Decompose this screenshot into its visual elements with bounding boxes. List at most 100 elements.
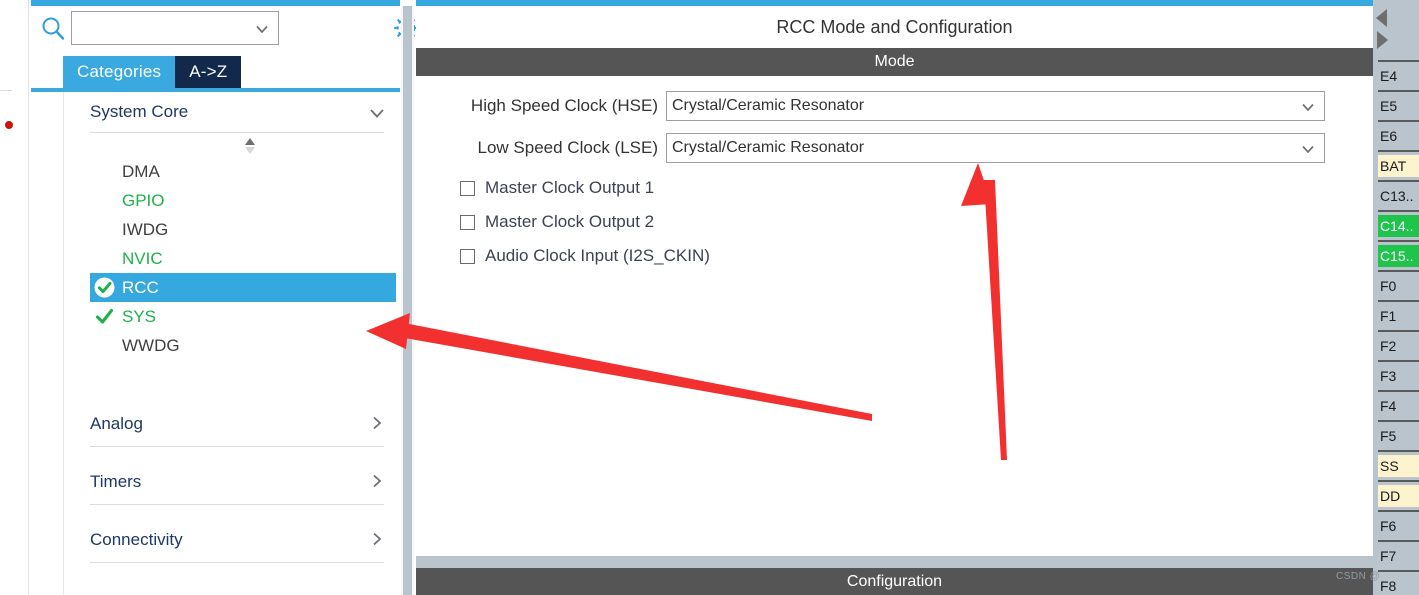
pin-row[interactable]: SS bbox=[1378, 450, 1419, 480]
pin-label: E5 bbox=[1380, 98, 1398, 114]
pin-label: E6 bbox=[1380, 128, 1398, 144]
pin-row[interactable]: E4 bbox=[1378, 60, 1419, 90]
group-label-analog: Analog bbox=[90, 414, 143, 433]
group-timers[interactable]: Timers bbox=[64, 460, 400, 518]
mode-section-header: Mode bbox=[416, 48, 1373, 76]
pin-row[interactable]: F8 bbox=[1378, 570, 1419, 595]
pin-label-list: E4 E5 E6 BAT C13.. C14.. C15.. F0 F1 F2 … bbox=[1378, 60, 1419, 595]
tab-categories[interactable]: Categories bbox=[63, 56, 176, 88]
chevron-down-icon[interactable] bbox=[1300, 141, 1316, 157]
pin-label: E4 bbox=[1380, 68, 1398, 84]
pin-label: SS bbox=[1378, 455, 1419, 477]
pin-label: F6 bbox=[1380, 518, 1397, 534]
lse-dropdown[interactable]: Crystal/Ceramic Resonator bbox=[666, 133, 1325, 163]
tree-item-label: GPIO bbox=[122, 190, 165, 210]
peripheral-sidebar: Categories A->Z System Core DMA GPIO IWD… bbox=[31, 6, 418, 595]
tree-item-rcc[interactable]: RCC bbox=[90, 273, 396, 302]
checkbox-mco1[interactable] bbox=[460, 180, 475, 196]
checkbox-audio-clock-input[interactable] bbox=[460, 248, 475, 264]
triangle-right-icon[interactable] bbox=[1374, 28, 1390, 57]
group-analog[interactable]: Analog bbox=[64, 402, 400, 460]
sidebar-tabs: Categories A->Z bbox=[63, 56, 242, 88]
tab-a-to-z[interactable]: A->Z bbox=[175, 56, 242, 88]
pin-row[interactable]: F4 bbox=[1378, 390, 1419, 420]
checkbox-label-mco2: Master Clock Output 2 bbox=[485, 212, 655, 231]
page-title-label: RCC Mode and Configuration bbox=[776, 16, 1013, 37]
chevron-down-icon[interactable] bbox=[1300, 99, 1316, 115]
chevron-down-icon[interactable] bbox=[368, 105, 386, 121]
pin-row[interactable]: F0 bbox=[1378, 270, 1419, 300]
pin-label: C15.. bbox=[1378, 245, 1419, 267]
pin-label: C13.. bbox=[1380, 188, 1414, 204]
sort-arrows-icon[interactable] bbox=[64, 133, 400, 155]
watermark: CSDN @ bbox=[1336, 571, 1381, 582]
label-lse: Low Speed Clock (LSE) bbox=[477, 138, 658, 157]
pin-row[interactable]: E6 bbox=[1378, 120, 1419, 150]
hse-dropdown[interactable]: Crystal/Ceramic Resonator bbox=[666, 91, 1325, 121]
pin-row[interactable]: F3 bbox=[1378, 360, 1419, 390]
pin-label: BAT bbox=[1378, 155, 1419, 177]
group-header-system-core[interactable]: System Core bbox=[64, 92, 400, 132]
chevron-down-icon[interactable] bbox=[254, 21, 270, 37]
pin-row[interactable]: C15.. bbox=[1378, 240, 1419, 270]
tree-item-wwdg[interactable]: WWDG bbox=[64, 331, 400, 360]
label-hse: High Speed Clock (HSE) bbox=[470, 96, 658, 115]
search-input[interactable] bbox=[71, 11, 279, 45]
left-gutter bbox=[0, 0, 29, 595]
group-label-system-core: System Core bbox=[90, 102, 189, 121]
pin-row[interactable]: BAT bbox=[1378, 150, 1419, 180]
pin-label: F4 bbox=[1380, 398, 1397, 414]
pin-label: F2 bbox=[1380, 338, 1397, 354]
search-icon[interactable] bbox=[39, 14, 67, 42]
pin-label: F3 bbox=[1380, 368, 1397, 384]
check-icon bbox=[94, 306, 115, 327]
checkbox-row-mco1[interactable]: Master Clock Output 1 bbox=[416, 174, 1373, 202]
pin-row[interactable]: C14.. bbox=[1378, 210, 1419, 240]
pin-row[interactable]: DD bbox=[1378, 480, 1419, 510]
tab-categories-label: Categories bbox=[77, 62, 162, 81]
pin-row[interactable]: F5 bbox=[1378, 420, 1419, 450]
checkbox-mco2[interactable] bbox=[460, 214, 475, 230]
tree-item-gpio[interactable]: GPIO bbox=[64, 186, 400, 215]
tree-item-label: WWDG bbox=[122, 335, 180, 355]
search-row bbox=[31, 6, 418, 52]
tree-item-iwdg[interactable]: IWDG bbox=[64, 215, 400, 244]
pin-label: C14.. bbox=[1378, 215, 1419, 237]
mode-section-label: Mode bbox=[874, 53, 915, 70]
pin-label: F1 bbox=[1380, 308, 1397, 324]
pin-row[interactable]: F6 bbox=[1378, 510, 1419, 540]
configuration-section-label: Configuration bbox=[846, 573, 943, 590]
tree-item-nvic[interactable]: NVIC bbox=[64, 244, 400, 273]
group-divider bbox=[90, 446, 384, 447]
gutter-tick bbox=[0, 90, 12, 91]
panel-splitter[interactable] bbox=[401, 6, 414, 595]
system-core-items: DMA GPIO IWDG NVIC RCC SYS WWDG bbox=[64, 155, 400, 360]
checkbox-row-mco2[interactable]: Master Clock Output 2 bbox=[416, 208, 1373, 236]
tree-item-label: RCC bbox=[122, 277, 159, 297]
chevron-right-icon[interactable] bbox=[368, 531, 386, 547]
pin-label: F5 bbox=[1380, 428, 1397, 444]
pin-label: F0 bbox=[1380, 278, 1397, 294]
pin-row[interactable]: F7 bbox=[1378, 540, 1419, 570]
cubemx-window: Categories A->Z System Core DMA GPIO IWD… bbox=[0, 0, 1419, 595]
tree-item-sys[interactable]: SYS bbox=[64, 302, 400, 331]
tab-a-to-z-label: A->Z bbox=[189, 62, 228, 81]
row-lse: Low Speed Clock (LSE) Crystal/Ceramic Re… bbox=[416, 132, 1373, 164]
checkbox-label-audio-clock-input: Audio Clock Input (I2S_CKIN) bbox=[485, 246, 710, 265]
checkbox-row-audio-clock-input[interactable]: Audio Clock Input (I2S_CKIN) bbox=[416, 242, 1373, 270]
pin-row[interactable]: E5 bbox=[1378, 90, 1419, 120]
row-hse: High Speed Clock (HSE) Crystal/Ceramic R… bbox=[416, 90, 1373, 122]
chevron-right-icon[interactable] bbox=[368, 473, 386, 489]
group-divider bbox=[90, 562, 384, 563]
pin-row[interactable]: F2 bbox=[1378, 330, 1419, 360]
tree-item-label: IWDG bbox=[122, 219, 169, 239]
pin-row[interactable]: F1 bbox=[1378, 300, 1419, 330]
pin-label: F7 bbox=[1380, 548, 1397, 564]
configuration-section-header: Configuration bbox=[416, 568, 1373, 595]
tree-item-dma[interactable]: DMA bbox=[64, 157, 400, 186]
group-connectivity[interactable]: Connectivity bbox=[64, 518, 400, 576]
pin-label: DD bbox=[1378, 485, 1419, 507]
pin-row[interactable]: C13.. bbox=[1378, 180, 1419, 210]
chevron-right-icon[interactable] bbox=[368, 415, 386, 431]
error-marker-dot bbox=[5, 121, 13, 129]
